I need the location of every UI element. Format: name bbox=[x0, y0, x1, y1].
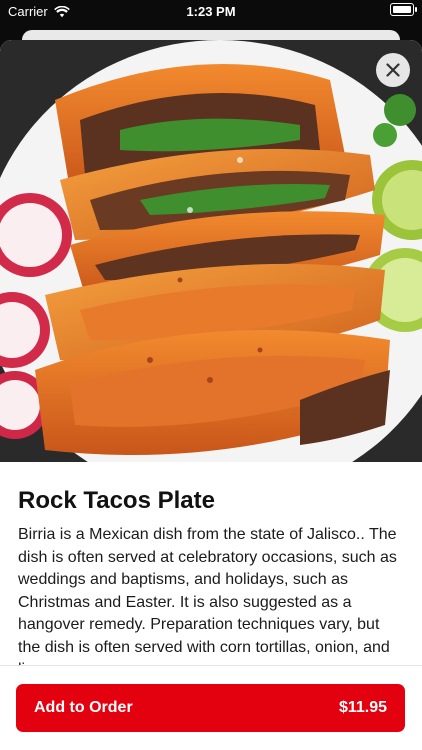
item-description: Birria is a Mexican dish from the state … bbox=[18, 526, 397, 674]
item-title: Rock Tacos Plate bbox=[18, 487, 215, 514]
status-time: 1:23 PM bbox=[186, 4, 236, 19]
item-photo bbox=[0, 40, 422, 462]
close-button[interactable] bbox=[376, 53, 410, 87]
item-price: $11.95 bbox=[338, 699, 387, 716]
status-bar: Carrier 1:23 PM bbox=[0, 0, 422, 24]
add-to-order-label: Add to Order bbox=[34, 699, 133, 716]
close-icon bbox=[386, 63, 400, 77]
status-right bbox=[390, 3, 417, 16]
battery-icon bbox=[390, 3, 417, 16]
order-bar: Add to Order $11.95 bbox=[0, 665, 422, 750]
item-detail-sheet: Rock Tacos Plate Birria is a Mexican dis… bbox=[0, 40, 422, 750]
tacos-image bbox=[0, 40, 422, 462]
app-screen: Carrier 1:23 PM Rock Tacos Plate Birria … bbox=[0, 0, 422, 750]
item-details: Rock Tacos Plate Birria is a Mexican dis… bbox=[0, 462, 422, 674]
add-to-order-button[interactable]: Add to Order $11.95 bbox=[16, 684, 405, 732]
